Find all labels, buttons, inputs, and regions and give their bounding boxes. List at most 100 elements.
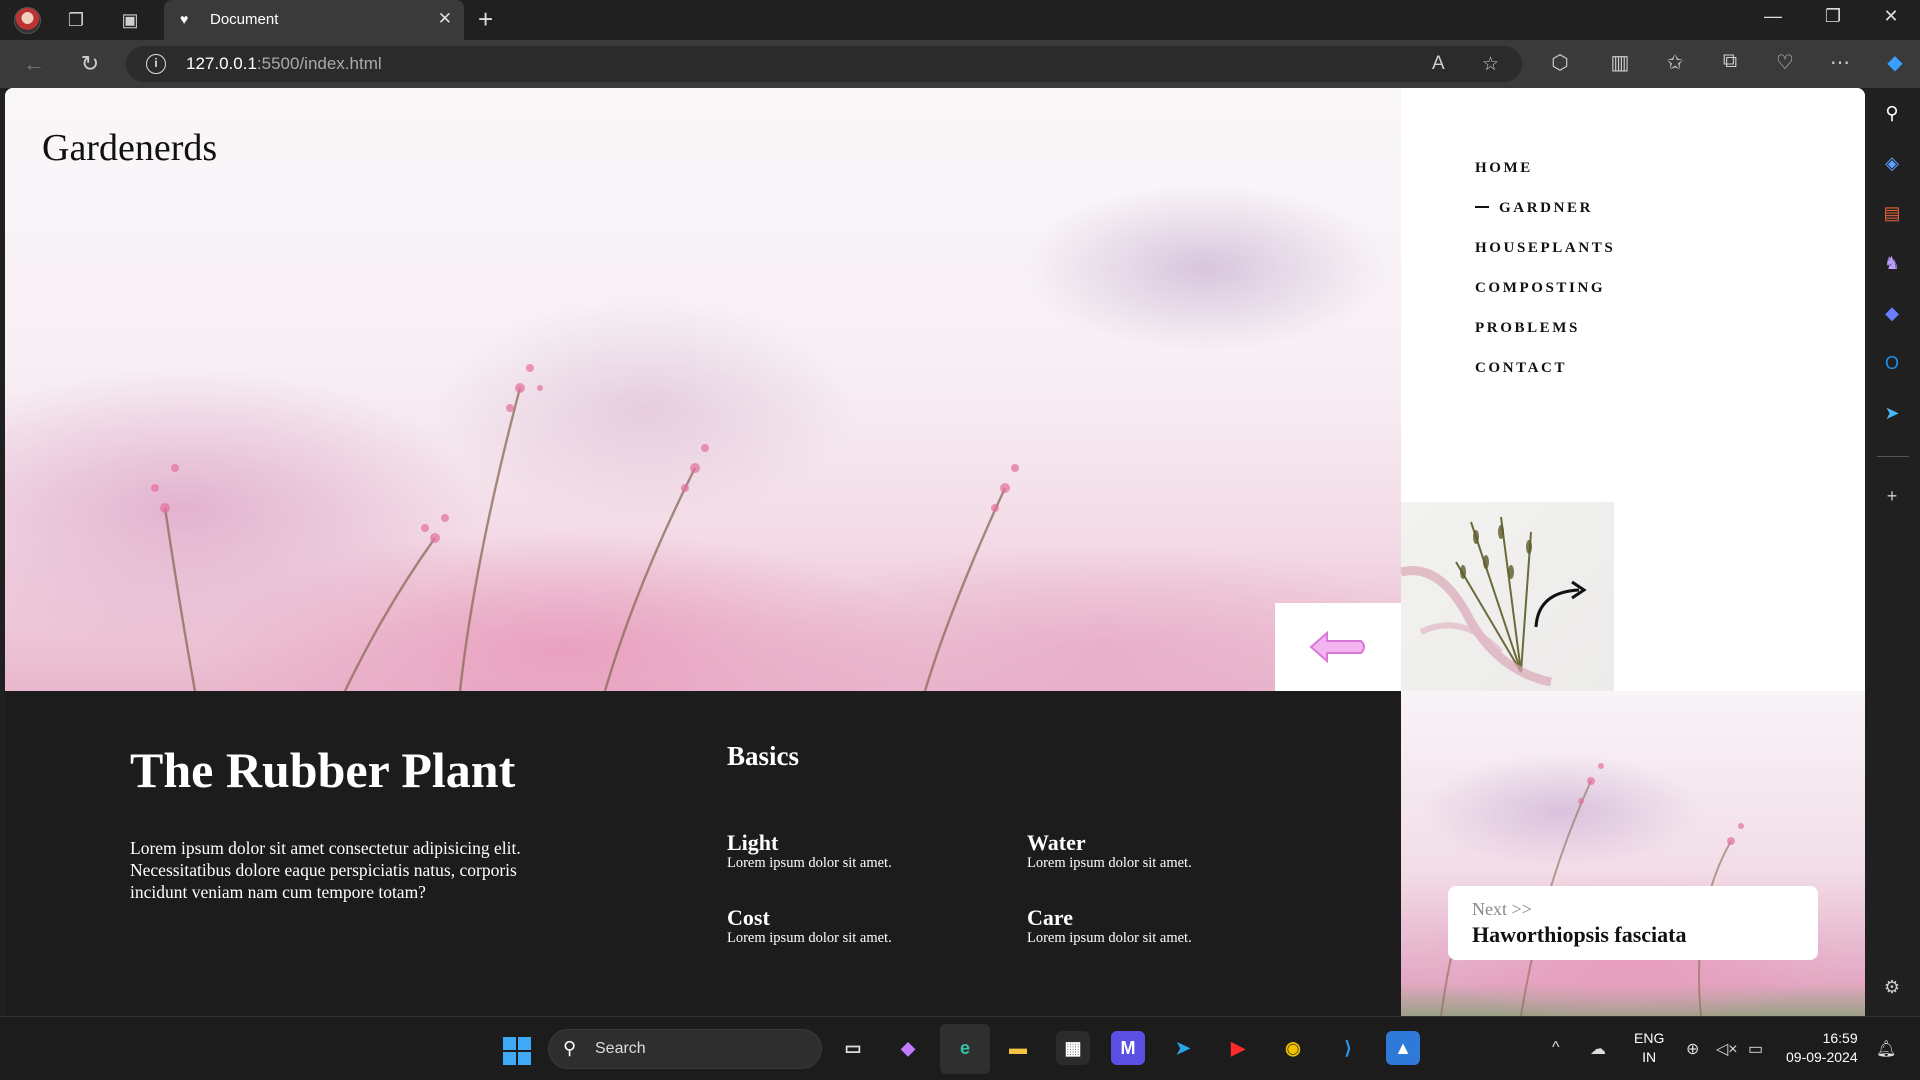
nav-item-composting[interactable]: COMPOSTING [1475,280,1615,320]
nav-item-problems[interactable]: PROBLEMS [1475,320,1615,360]
search-icon: ⚲ [563,1038,577,1058]
sidebar-search-icon[interactable]: ⚲ [1877,98,1907,128]
close-window-icon[interactable]: ✕ [1868,6,1914,27]
windows-taskbar: ⚲ Search ▭ ◆ e ▬ ▦ M ➤ ▶ ◉ ⟩ ▲ ^ ☁ ENG I… [0,1016,1920,1080]
restore-icon[interactable]: ❐ [1810,6,1856,27]
site-nav: HOME GARDNER HOUSEPLANTS COMPOSTING PROB… [1475,160,1615,400]
telegram-app-icon[interactable]: ➤ [1166,1031,1200,1065]
start-windows-icon[interactable] [503,1037,531,1065]
favorite-star-icon[interactable]: ☆ [1482,53,1499,76]
workspaces-icon[interactable]: ❐ [64,8,88,32]
chrome-app-icon[interactable]: ◉ [1276,1031,1310,1065]
tab-close-icon[interactable]: ✕ [438,9,452,29]
basic-cost: Cost Lorem ipsum dolor sit amet. [727,906,1007,947]
show-hidden-icons-chevron-icon[interactable]: ^ [1552,1039,1560,1057]
teams-app-icon[interactable]: M [1111,1031,1145,1065]
next-plant-name[interactable]: Haworthiopsis fasciata [1472,922,1687,948]
basic-text: Lorem ipsum dolor sit amet. [727,930,892,946]
edge-app-icon[interactable]: e [948,1031,982,1065]
browser-toolbar: ← ↻ i 127.0.0.1:5500/index.html A ☆ ⬡ ▥ … [0,40,1920,88]
taskbar-search[interactable]: ⚲ Search [548,1029,822,1069]
back-arrow-icon[interactable]: ← [20,52,48,76]
sidebar-settings-icon[interactable]: ⚙ [1877,972,1907,1002]
more-menu-icon[interactable]: ⋯ [1825,50,1855,75]
onedrive-cloud-icon[interactable]: ☁ [1590,1039,1606,1059]
basic-light: Light Lorem ipsum dolor sit amet. [727,831,1007,872]
next-label[interactable]: Next >> [1472,899,1532,920]
sidebar-telegram-icon[interactable]: ➤ [1877,398,1907,428]
basic-title: Cost [727,905,770,930]
url-text[interactable]: 127.0.0.1:5500/index.html [186,54,382,74]
vscode-app-icon[interactable]: ⟩ [1331,1031,1365,1065]
copilot-icon[interactable]: ◆ [1880,50,1910,75]
hero-image-flowers: Gardenerds [5,88,1401,691]
nav-item-houseplants[interactable]: HOUSEPLANTS [1475,240,1615,280]
basic-title: Light [727,830,779,855]
basic-water: Water Lorem ipsum dolor sit amet. [1027,831,1307,872]
extensions-icon[interactable]: ⬡ [1545,50,1575,75]
tab-title: Document [210,11,279,28]
basic-text: Lorem ipsum dolor sit amet. [1027,930,1192,946]
refresh-icon[interactable]: ↻ [76,52,104,76]
search-placeholder: Search [595,1040,646,1057]
nav-item-home[interactable]: HOME [1475,160,1615,200]
basic-title: Water [1027,830,1086,855]
sidebar-games-icon[interactable]: ♞ [1877,248,1907,278]
sidebar-outlook-icon[interactable]: O [1877,348,1907,378]
site-logo[interactable]: Gardenerds [42,126,217,170]
split-screen-icon[interactable]: ▥ [1605,50,1635,75]
site-info-icon[interactable]: i [146,54,166,74]
photos-app-icon[interactable]: ▲ [1386,1031,1420,1065]
tab-actions-icon[interactable]: ▣ [118,8,142,32]
copilot-app-icon[interactable]: ◆ [891,1031,925,1065]
thumb-white-space [1534,502,1865,691]
basic-text: Lorem ipsum dolor sit amet. [727,855,892,871]
basic-care: Care Lorem ipsum dolor sit amet. [1027,906,1307,947]
page-viewport: Gardenerds HOME GARDNER HOUSEPLANTS COMP… [5,88,1865,1016]
sidebar-add-icon[interactable]: + [1877,481,1907,511]
next-plant-card[interactable]: Next >> Haworthiopsis fasciata [1448,886,1818,960]
notification-bell-icon[interactable]: 🔔︎ [1876,1039,1896,1059]
collections-icon[interactable]: ⧉ [1715,50,1745,73]
active-dash-icon [1475,206,1489,209]
prev-arrow-button[interactable] [1275,603,1401,691]
site-nav-panel: HOME GARDNER HOUSEPLANTS COMPOSTING PROB… [1401,88,1865,502]
network-globe-icon[interactable]: ⊕ [1686,1039,1699,1059]
grass-stems-illustration [151,364,1019,691]
basics-heading: Basics [727,741,800,771]
system-clock[interactable]: 16:59 09-09-2024 [1786,1029,1858,1067]
profile-avatar[interactable] [14,7,41,34]
store-icon[interactable]: ▦ [1056,1031,1090,1065]
basic-title: Care [1027,905,1074,930]
new-tab-plus-icon[interactable]: + [478,4,493,35]
minimize-icon[interactable]: — [1750,6,1796,27]
plant-description: Lorem ipsum dolor sit amet consectetur a… [130,838,521,902]
address-bar[interactable]: i 127.0.0.1:5500/index.html A ☆ [126,46,1522,82]
task-view-icon[interactable]: ▭ [836,1031,870,1065]
browser-titlebar: ❐ ▣ ♥ Document ✕ + — ❐ ✕ [0,0,1920,40]
nav-item-contact[interactable]: CONTACT [1475,360,1615,400]
basic-text: Lorem ipsum dolor sit amet. [1027,855,1192,871]
sidebar-copilot-icon[interactable]: ◆ [1877,298,1907,328]
browser-essentials-icon[interactable]: ♡ [1770,50,1800,75]
next-curved-arrow-icon[interactable] [1524,572,1604,632]
edge-sidebar: ⚲ ◈ ▤ ♞ ◆ O ➤ + ⚙ [1865,88,1920,1016]
tab-document[interactable]: ♥ Document ✕ [164,0,464,40]
plant-title: The Rubber Plant [130,742,516,798]
tab-favicon-heart-icon: ♥ [180,11,189,27]
sidebar-shopping-icon[interactable]: ◈ [1877,148,1907,178]
favorites-icon[interactable]: ✩ [1660,50,1690,75]
next-plant-panel: Next >> Haworthiopsis fasciata [1401,691,1865,1016]
volume-muted-icon[interactable]: ◁× [1716,1039,1738,1059]
file-explorer-icon[interactable]: ▬ [1001,1031,1035,1065]
plant-info-section: The Rubber Plant Lorem ipsum dolor sit a… [5,691,1401,1016]
read-aloud-icon[interactable]: A [1432,53,1445,75]
sidebar-tools-icon[interactable]: ▤ [1877,198,1907,228]
youtube-app-icon[interactable]: ▶ [1221,1031,1255,1065]
prev-arrow-icon [1309,630,1365,664]
language-indicator[interactable]: ENG IN [1634,1029,1664,1067]
nav-item-gardner[interactable]: GARDNER [1475,200,1615,240]
sidebar-divider [1877,456,1909,457]
next-panel-grass-illustration [1440,763,1744,1016]
battery-icon[interactable]: ▭ [1748,1039,1763,1059]
